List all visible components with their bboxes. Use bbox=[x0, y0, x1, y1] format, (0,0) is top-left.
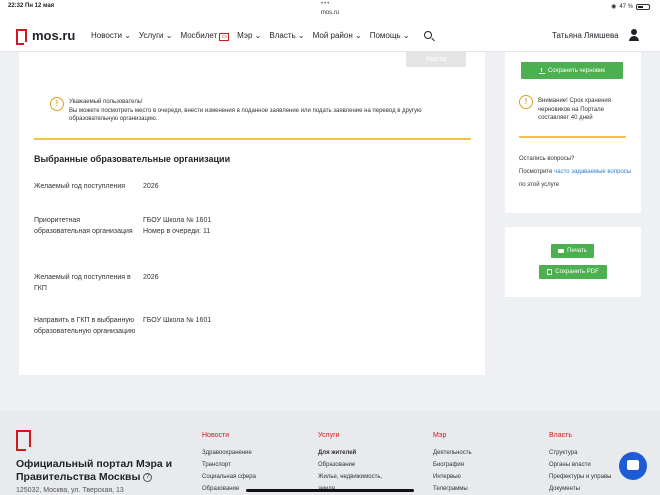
footer-link[interactable]: Префектуры и управы bbox=[549, 471, 611, 483]
row-value: 2026 bbox=[143, 274, 159, 281]
divider bbox=[519, 136, 626, 138]
save-pdf-button[interactable]: Сохранить PDF bbox=[539, 265, 607, 279]
status-time: 22:32 Пн 12 мая bbox=[8, 3, 55, 9]
chevron-down-icon: ⌄ bbox=[165, 31, 173, 40]
user-name[interactable]: Татьяна Лямшева bbox=[552, 31, 619, 40]
wifi-icon: ◉ bbox=[611, 4, 617, 10]
nav-help[interactable]: Помощь ⌄ bbox=[370, 31, 410, 40]
footer-link[interactable]: Интервью bbox=[433, 471, 472, 483]
battery-icon bbox=[636, 3, 650, 10]
more-dots-icon[interactable]: ••• bbox=[321, 1, 330, 7]
chat-button[interactable] bbox=[619, 452, 647, 480]
section-title: Выбранные образовательные организации bbox=[34, 154, 231, 164]
printer-icon bbox=[558, 249, 565, 253]
chevron-down-icon: ⌄ bbox=[124, 31, 131, 40]
footer-heading[interactable]: Мэр bbox=[433, 430, 472, 442]
footer-column-news: Новости Здравоохранение Транспорт Социал… bbox=[202, 430, 256, 495]
footer-heading[interactable]: Новости bbox=[202, 430, 256, 442]
mos-logo[interactable]: mos.ru bbox=[16, 28, 76, 45]
footer-link[interactable]: Биография bbox=[433, 459, 472, 471]
application-card: Найти ! Уважаемый пользователь! Вы может… bbox=[19, 52, 485, 375]
footer-column-mayor: Мэр Деятельность Биография Интервью Теле… bbox=[433, 430, 472, 495]
row-label: Желаемый год поступления в ГКП bbox=[34, 274, 131, 292]
save-draft-button[interactable]: Сохранить черновик bbox=[521, 62, 623, 79]
print-card: Печать Сохранить PDF bbox=[505, 227, 641, 297]
questions-title: Остались вопросы? bbox=[519, 156, 575, 162]
storage-notice: Внимание! Срок хранения черновиков на По… bbox=[538, 98, 612, 121]
row-value: ГБОУ Школа № 1601 bbox=[143, 317, 212, 324]
battery-percent: 47 % bbox=[619, 3, 633, 10]
nav-news[interactable]: Новости ⌄ bbox=[91, 31, 131, 40]
footer-heading[interactable]: Услуги bbox=[318, 430, 382, 442]
mos-logo-icon bbox=[16, 29, 27, 45]
footer-title: Официальный портал Мэра и Правительства … bbox=[16, 458, 173, 483]
main-nav: Новости ⌄ Услуги ⌄ Мосбилет ▭ Мэр ⌄ Влас… bbox=[91, 31, 410, 41]
divider bbox=[34, 138, 471, 140]
nav-mosbilet[interactable]: Мосбилет ▭ bbox=[180, 31, 230, 41]
footer-link[interactable]: Для жителей bbox=[318, 447, 382, 459]
warning-icon: ! bbox=[519, 95, 533, 109]
footer-link[interactable]: Документы bbox=[549, 483, 611, 495]
status-indicators: ◉ 47 % bbox=[611, 3, 650, 10]
save-icon bbox=[547, 269, 553, 275]
footer-link[interactable]: Телеграммы bbox=[433, 483, 472, 495]
footer-address: 125032, Москва, ул. Тверская, 13 bbox=[16, 487, 124, 494]
footer-link[interactable]: Социальная сфера bbox=[202, 471, 256, 483]
user-notice: Уважаемый пользователь! Вы можете посмот… bbox=[69, 99, 422, 122]
row-label: Желаемый год поступления bbox=[34, 183, 126, 190]
print-button[interactable]: Печать bbox=[551, 244, 594, 258]
footer-link[interactable]: Образование bbox=[318, 459, 382, 471]
home-indicator[interactable] bbox=[246, 489, 414, 492]
nav-mayor[interactable]: Мэр ⌄ bbox=[237, 31, 261, 40]
user-icon[interactable] bbox=[628, 29, 640, 41]
chevron-down-icon: ⌄ bbox=[354, 31, 362, 40]
footer-link[interactable]: Органы власти bbox=[549, 459, 611, 471]
site-header: mos.ru Новости ⌄ Услуги ⌄ Мосбилет ▭ Мэр… bbox=[0, 20, 660, 52]
chevron-down-icon: ⌄ bbox=[297, 31, 305, 40]
nav-my-district[interactable]: Мой район ⌄ bbox=[313, 31, 362, 40]
footer-link[interactable]: Деятельность bbox=[433, 447, 472, 459]
row-value: ГБОУ Школа № 1601 Номер в очереди: 11 bbox=[143, 217, 212, 235]
site-footer: Официальный портал Мэра и Правительства … bbox=[0, 411, 660, 495]
mos-logo-icon[interactable] bbox=[16, 430, 31, 451]
row-label: Направить в ГКП в выбранную образователь… bbox=[34, 317, 136, 335]
footer-link[interactable]: Структура bbox=[549, 447, 611, 459]
faq-link[interactable]: часто задаваемые вопросы bbox=[554, 169, 631, 175]
row-value: 2026 bbox=[143, 183, 159, 190]
download-icon bbox=[538, 67, 545, 74]
footer-link[interactable]: Здравоохранение bbox=[202, 447, 256, 459]
address-bar-url[interactable]: mos.ru bbox=[0, 10, 660, 16]
footer-column-power: Власть Структура Органы власти Префектур… bbox=[549, 430, 611, 495]
footer-column-services: Услуги Для жителей Образование Жилье, не… bbox=[318, 430, 382, 495]
nav-services[interactable]: Услуги ⌄ bbox=[139, 31, 173, 40]
chevron-down-icon: ⌄ bbox=[402, 31, 410, 40]
chevron-down-icon: ⌄ bbox=[254, 31, 262, 40]
footer-heading[interactable]: Власть bbox=[549, 430, 611, 442]
nav-power[interactable]: Власть ⌄ bbox=[269, 31, 304, 40]
row-label: Приоритетная образовательная организация bbox=[34, 217, 133, 235]
help-icon[interactable]: ? bbox=[143, 472, 153, 482]
footer-link[interactable]: Транспорт bbox=[202, 459, 256, 471]
sidebar-card: Сохранить черновик ! Внимание! Срок хран… bbox=[505, 52, 641, 213]
search-icon[interactable] bbox=[424, 31, 432, 39]
warning-icon: ! bbox=[50, 97, 64, 111]
ticket-icon: ▭ bbox=[219, 33, 230, 41]
faq-text: Посмотрите часто задаваемые вопросы по э… bbox=[519, 169, 632, 188]
find-button[interactable]: Найти bbox=[406, 52, 466, 67]
logo-text: mos.ru bbox=[32, 28, 76, 43]
status-bar: 22:32 Пн 12 мая ••• mos.ru ◉ 47 % bbox=[0, 0, 660, 20]
footer-link[interactable]: Жилье, недвижимость, bbox=[318, 471, 382, 483]
questions-block: Остались вопросы? Посмотрите часто задав… bbox=[519, 153, 637, 192]
